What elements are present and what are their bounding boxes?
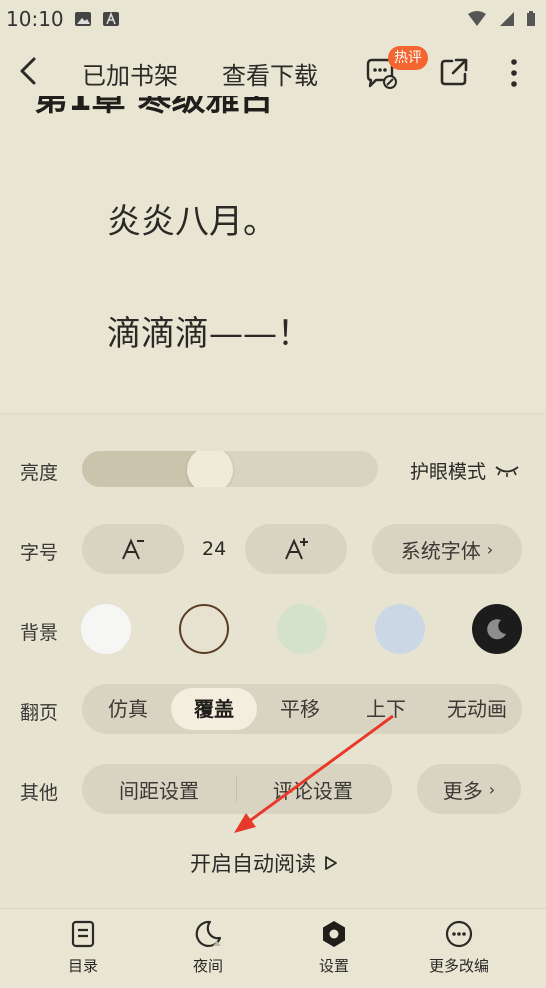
page-turn-label: 翻页 bbox=[20, 702, 59, 724]
play-icon bbox=[325, 856, 337, 870]
background-beige-swatch[interactable] bbox=[179, 604, 229, 654]
divider bbox=[236, 776, 237, 802]
back-icon[interactable] bbox=[14, 54, 44, 88]
comment-settings-button[interactable]: 评论设置 bbox=[273, 775, 353, 804]
chevron-right-icon: › bbox=[488, 779, 496, 799]
spacing-settings-button[interactable]: 间距设置 bbox=[119, 775, 199, 804]
system-font-button[interactable]: 系统字体 › bbox=[372, 524, 522, 574]
signal-icon bbox=[500, 12, 514, 26]
more-settings-label: 更多 bbox=[442, 778, 483, 803]
status-bar: 10:10 bbox=[0, 0, 546, 38]
toc-icon bbox=[71, 920, 95, 948]
night-icon bbox=[195, 920, 222, 948]
reader-top-bar: 已加书架 查看下载 热评 bbox=[0, 44, 546, 98]
font-decrease-button[interactable] bbox=[82, 524, 184, 574]
chevron-right-icon: › bbox=[486, 539, 494, 559]
background-label: 背景 bbox=[20, 622, 59, 644]
nav-toc[interactable]: 目录 bbox=[38, 919, 128, 976]
other-label: 其他 bbox=[20, 782, 59, 804]
page-turn-vertical[interactable]: 上下 bbox=[350, 684, 422, 734]
paragraph-1: 炎炎八月。 bbox=[107, 202, 277, 242]
status-time: 10:10 bbox=[6, 7, 64, 31]
hot-comments-badge[interactable]: 热评 bbox=[388, 46, 428, 70]
page-turn-simulation[interactable]: 仿真 bbox=[92, 684, 164, 734]
nav-toc-label: 目录 bbox=[67, 957, 98, 975]
add-to-shelf-button[interactable]: 已加书架 bbox=[82, 56, 178, 91]
paragraph-2: 滴滴滴——！ bbox=[107, 314, 311, 354]
page-turn-slide[interactable]: 平移 bbox=[264, 684, 336, 734]
auto-read-button[interactable]: 开启自动阅读 bbox=[190, 848, 338, 878]
page-turn-selector: 仿真 覆盖 平移 上下 无动画 bbox=[82, 684, 522, 734]
more-settings-button[interactable]: 更多 › bbox=[417, 764, 521, 814]
nav-settings[interactable]: 设置 bbox=[289, 919, 379, 976]
system-font-label: 系统字体 bbox=[400, 538, 481, 563]
auto-read-label: 开启自动阅读 bbox=[190, 852, 316, 876]
gallery-icon bbox=[74, 12, 91, 26]
nav-night-label: 夜间 bbox=[192, 957, 223, 975]
other-settings-group: 间距设置 评论设置 bbox=[82, 764, 392, 814]
settings-icon bbox=[323, 921, 345, 947]
background-green-swatch[interactable] bbox=[277, 604, 327, 654]
more-options-icon[interactable] bbox=[500, 56, 528, 90]
background-white-swatch[interactable] bbox=[81, 604, 131, 654]
font-app-icon bbox=[102, 11, 119, 26]
background-blue-swatch[interactable] bbox=[375, 604, 425, 654]
page-turn-none[interactable]: 无动画 bbox=[432, 684, 522, 734]
font-decrease-icon bbox=[122, 538, 144, 560]
brightness-label: 亮度 bbox=[20, 462, 59, 484]
eye-mode-label: 护眼模式 bbox=[410, 461, 487, 483]
brightness-slider[interactable] bbox=[82, 451, 378, 487]
nav-night[interactable]: 夜间 bbox=[163, 919, 253, 976]
font-increase-button[interactable] bbox=[245, 524, 347, 574]
font-size-label: 字号 bbox=[20, 542, 59, 564]
page-turn-cover[interactable]: 覆盖 bbox=[171, 688, 257, 730]
view-download-button[interactable]: 查看下载 bbox=[222, 56, 318, 91]
moon-icon bbox=[487, 619, 506, 640]
wifi-icon bbox=[468, 11, 486, 26]
reading-settings-panel: 亮度 护眼模式 字号 24 系统字体 › 背景 翻页 仿真 覆盖 平移 上下 无… bbox=[0, 413, 546, 909]
eye-protection-toggle[interactable]: 护眼模式 bbox=[410, 457, 520, 484]
more-adapt-icon bbox=[445, 920, 473, 948]
bottom-nav: 目录 夜间 设置 更多改编 bbox=[0, 908, 546, 988]
share-icon[interactable] bbox=[438, 56, 470, 88]
chapter-title: 第1章 寒级雅古 bbox=[34, 96, 274, 119]
background-dark-swatch[interactable] bbox=[472, 604, 522, 654]
font-size-value: 24 bbox=[202, 538, 227, 560]
closed-eye-icon bbox=[495, 465, 519, 477]
nav-more-adaptations[interactable]: 更多改编 bbox=[414, 919, 504, 976]
battery-icon bbox=[527, 11, 535, 26]
nav-more-adaptations-label: 更多改编 bbox=[428, 957, 489, 975]
nav-settings-label: 设置 bbox=[318, 957, 349, 975]
font-increase-icon bbox=[285, 538, 308, 560]
brightness-slider-thumb[interactable] bbox=[187, 451, 233, 487]
